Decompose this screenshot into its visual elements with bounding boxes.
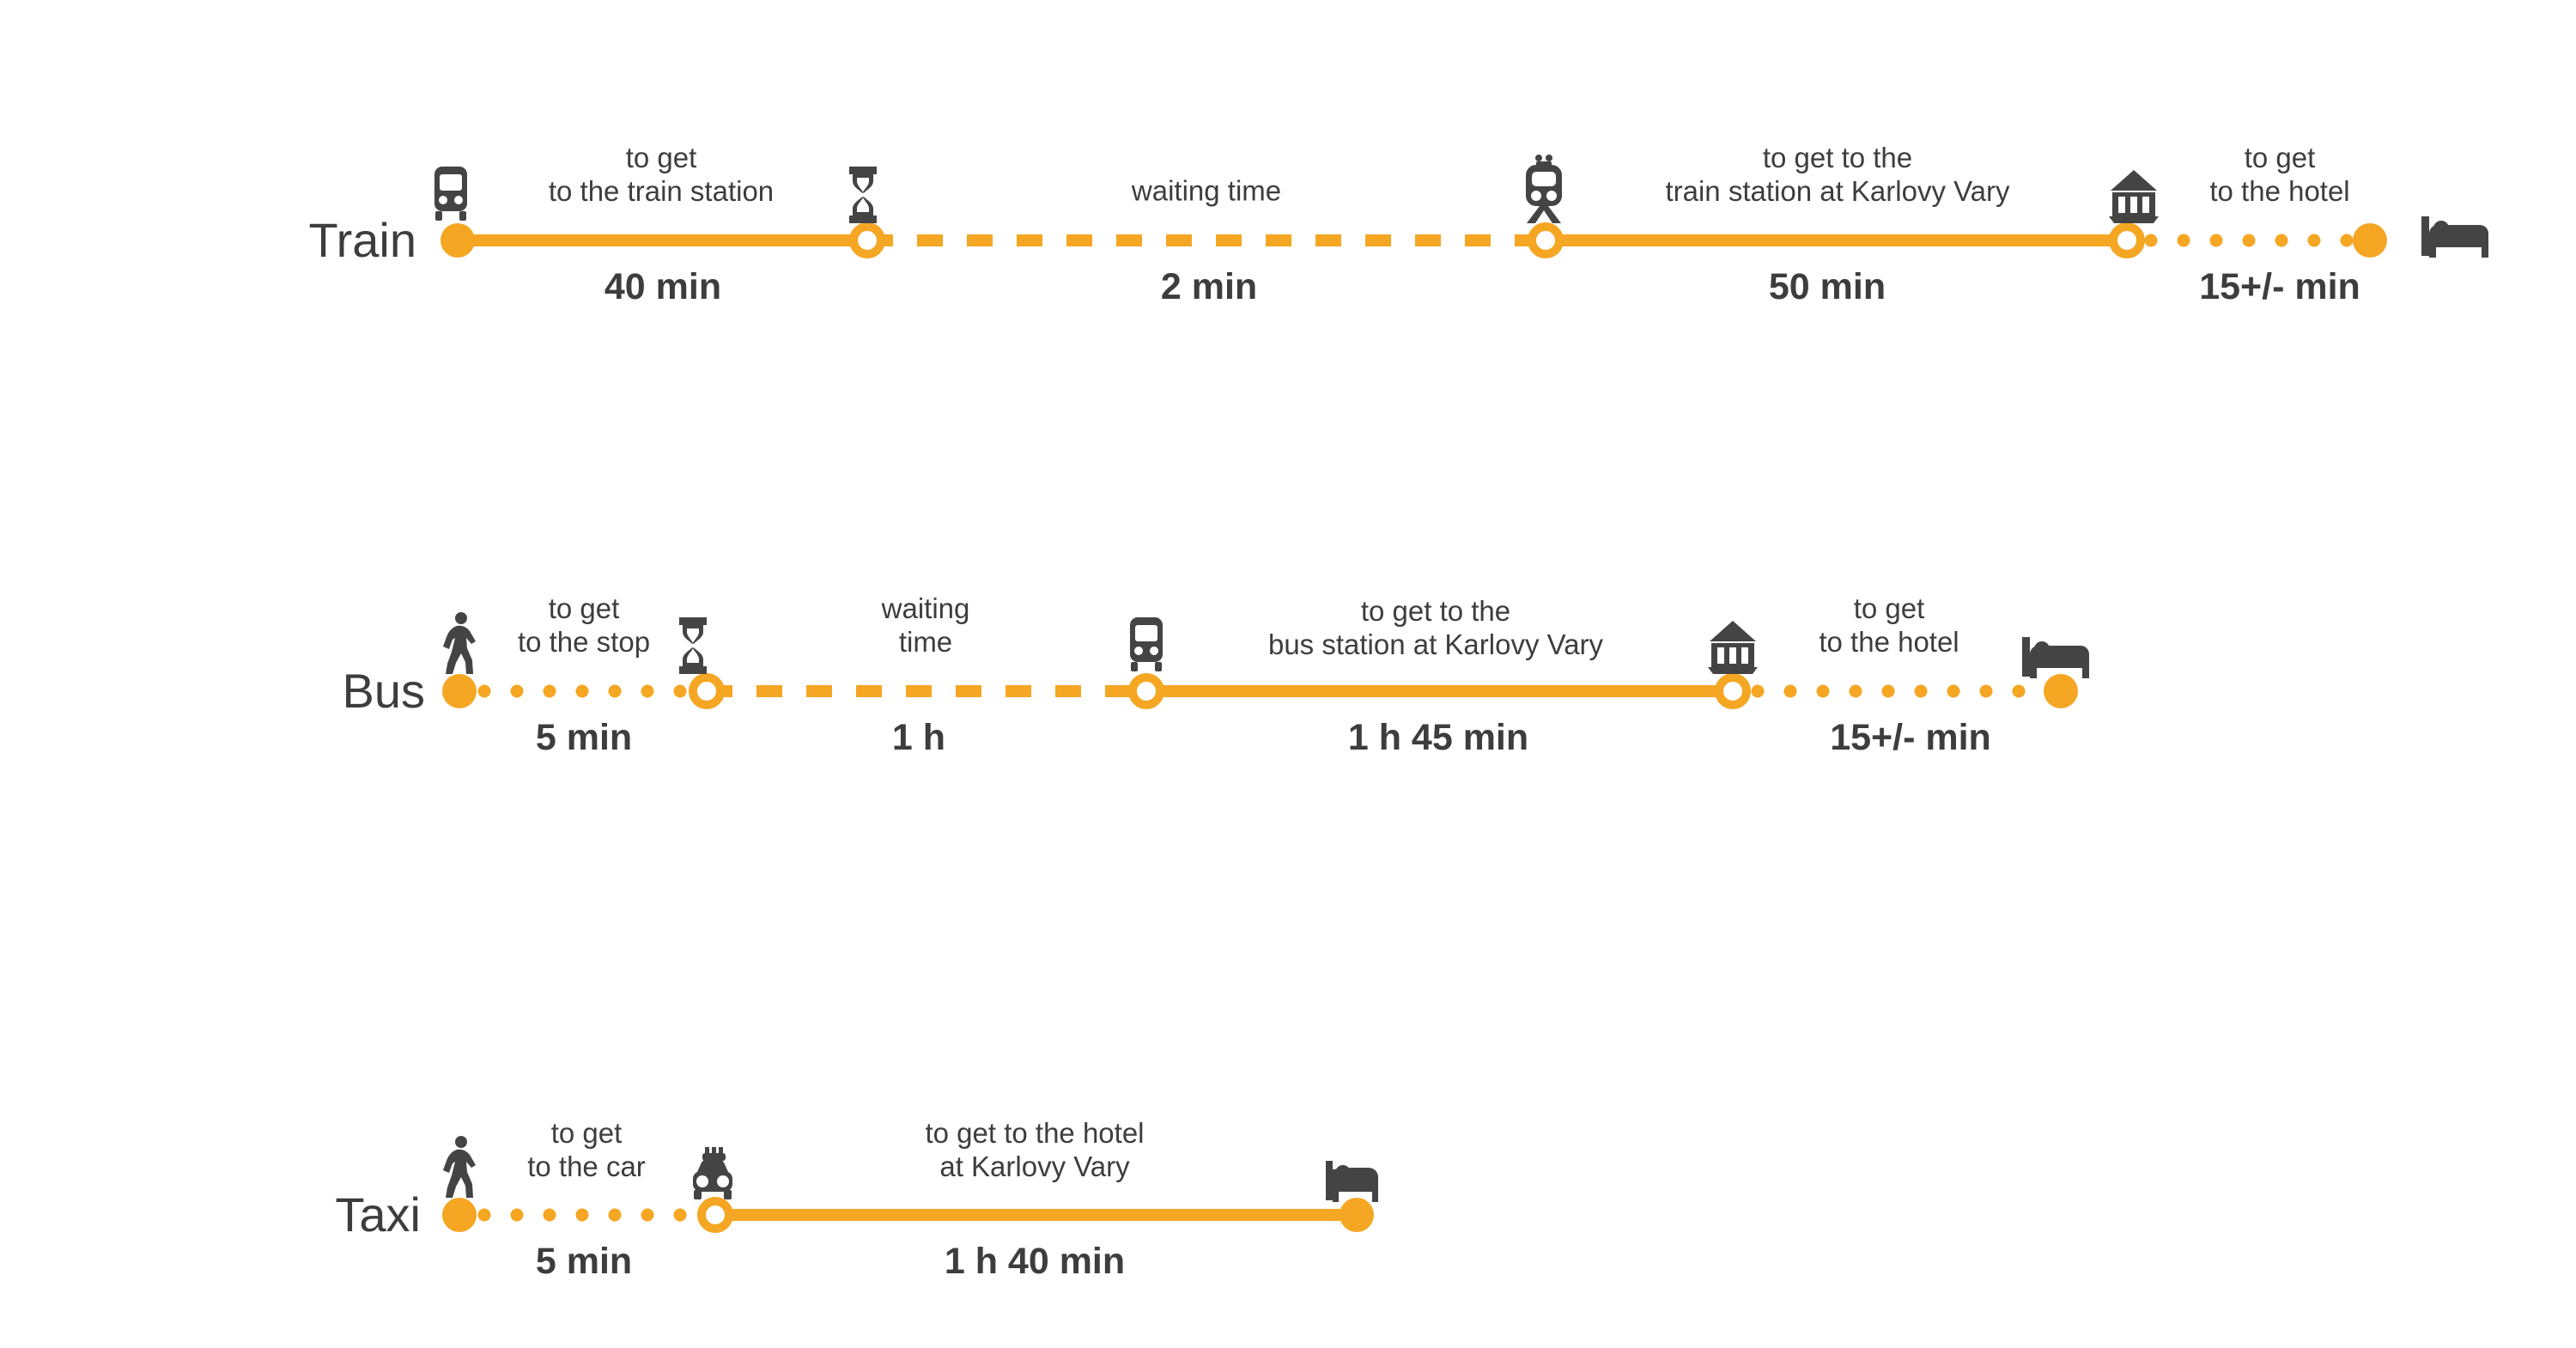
segment-line-train-3 (1546, 234, 2127, 246)
node-taxi-origin[interactable] (442, 1198, 477, 1232)
bank-icon (2109, 170, 2159, 223)
segment-description-train-3: to get to the train station at Karlovy V… (1665, 141, 2010, 207)
node-train-origin[interactable] (440, 223, 475, 258)
segment-description-bus-4: to get to the hotel (1819, 592, 1959, 658)
segment-duration-taxi-1: 5 min (535, 1241, 633, 1282)
walking-icon (440, 612, 478, 674)
mode-label-train: Train (308, 213, 416, 267)
segment-line-bus-4 (1741, 684, 2061, 698)
segment-duration-train-3: 50 min (1768, 266, 1886, 307)
segment-description-bus-3: to get to the bus station at Karlovy Var… (1267, 594, 1604, 660)
hotel-bed-icon (2022, 637, 2091, 678)
route-row-taxi: Taxi to get to the car to get to the hot… (0, 1090, 2576, 1348)
segment-description-taxi-1: to get to the car (527, 1116, 646, 1182)
segment-duration-bus-1: 5 min (535, 717, 633, 758)
node-taxi-hotel[interactable] (1340, 1198, 1374, 1232)
mode-label-taxi: Taxi (335, 1187, 421, 1242)
bus-icon (1127, 617, 1166, 674)
walking-icon (440, 1136, 478, 1198)
node-bus-origin[interactable] (442, 674, 477, 708)
node-bus-boarding[interactable] (1128, 673, 1164, 709)
segment-description-bus-2: waiting time (881, 592, 970, 658)
train-icon (1521, 155, 1567, 223)
node-bus-arrival[interactable] (1715, 673, 1751, 709)
hourglass-icon (676, 617, 710, 674)
node-train-arrival[interactable] (2109, 222, 2145, 258)
segment-duration-taxi-2: 1 h 40 min (944, 1241, 1126, 1282)
node-train-boarding[interactable] (1528, 222, 1564, 258)
segment-line-train-1 (458, 234, 867, 246)
segment-description-train-2: waiting time (1131, 174, 1282, 207)
segment-duration-train-2: 2 min (1160, 266, 1258, 307)
taxi-icon (686, 1147, 739, 1200)
infographic-canvas: Train to get to the train station waitin… (0, 0, 2576, 1341)
segment-line-train-4 (2135, 234, 2365, 247)
node-train-station-depart[interactable] (849, 222, 885, 258)
hotel-bed-icon (1326, 1161, 1379, 1202)
route-row-bus: Bus to get to the stop waiting time to g… (0, 567, 2576, 824)
hotel-bed-icon (2421, 216, 2490, 258)
segment-line-taxi-2 (715, 1209, 1357, 1221)
segment-line-taxi-1 (468, 1208, 715, 1222)
node-bus-hotel[interactable] (2044, 674, 2078, 708)
bus-icon (431, 167, 471, 223)
route-row-train: Train to get to the train station waitin… (0, 112, 2576, 369)
segment-description-train-1: to get to the train station (548, 141, 775, 207)
segment-description-taxi-2: to get to the hotel at Karlovy Vary (925, 1116, 1145, 1182)
bank-icon (1708, 621, 1758, 674)
node-bus-stop[interactable] (689, 673, 725, 709)
segment-duration-bus-4: 15+/- min (1830, 717, 1991, 758)
mode-label-bus: Bus (342, 664, 426, 718)
segment-duration-bus-2: 1 h (891, 717, 946, 758)
node-train-hotel[interactable] (2353, 223, 2387, 258)
segment-duration-train-1: 40 min (604, 266, 722, 307)
segment-duration-bus-3: 1 h 45 min (1347, 717, 1529, 758)
segment-description-train-4: to get to the hotel (2209, 141, 2350, 207)
segment-line-train-2 (867, 234, 1546, 246)
segment-line-bus-3 (1146, 685, 1733, 697)
segment-line-bus-2 (707, 685, 1146, 697)
segment-duration-train-4: 15+/- min (2199, 266, 2360, 307)
node-taxi-pickup[interactable] (697, 1197, 733, 1233)
hourglass-icon (846, 167, 880, 223)
segment-description-bus-1: to get to the stop (517, 592, 651, 658)
segment-line-bus-1 (468, 684, 707, 698)
